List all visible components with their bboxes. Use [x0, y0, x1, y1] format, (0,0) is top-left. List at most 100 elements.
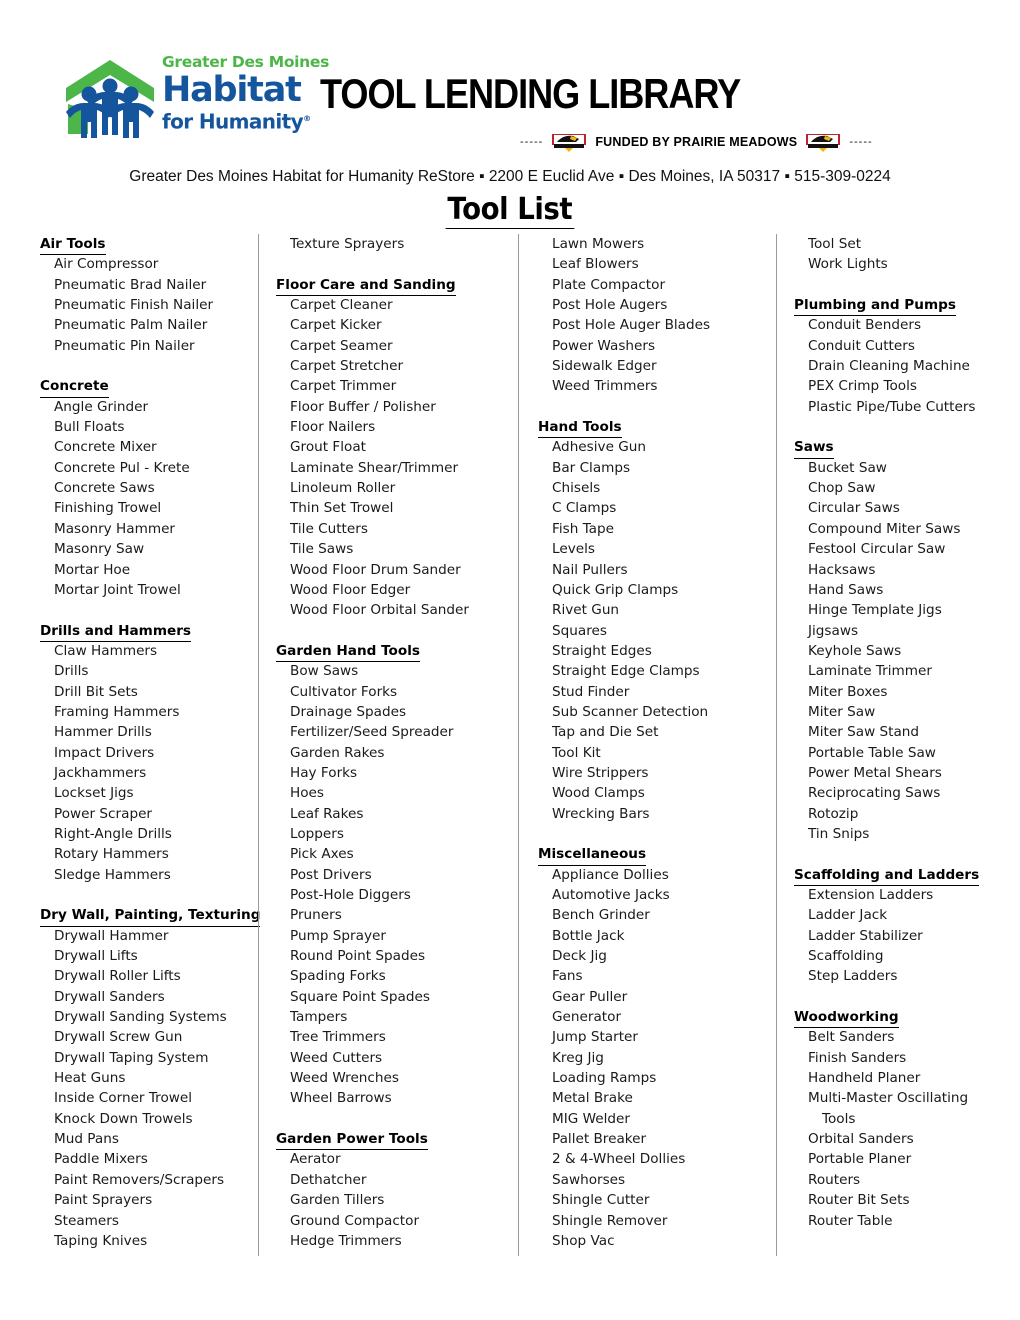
tool-list-item: Angle Grinder: [54, 398, 149, 415]
tool-list-item: Nail Pullers: [552, 561, 628, 578]
tool-list-item: PEX Crimp Tools: [808, 378, 917, 395]
tool-list-item: Inside Corner Trowel: [54, 1090, 193, 1107]
tool-list-item: Post Drivers: [290, 866, 372, 883]
tool-list-item: Round Point Spades: [290, 948, 426, 965]
tool-list-item: Leaf Rakes: [290, 805, 364, 822]
tool-list-item: Jump Starter: [552, 1029, 638, 1046]
tool-list-item: Miter Saw: [808, 703, 876, 720]
tool-list-item: Paint Removers/Scrapers: [54, 1171, 225, 1188]
tool-list-item: Pneumatic Brad Nailer: [54, 276, 207, 293]
tool-list-item: Carpet Trimmer: [290, 378, 397, 395]
tool-list-item: Framing Hammers: [54, 703, 180, 720]
tool-list-item: Straight Edge Clamps: [552, 663, 700, 680]
tool-list-item: Pneumatic Finish Nailer: [54, 297, 214, 314]
tool-list-item: Drills: [54, 663, 89, 680]
tool-list-item: Tile Saws: [290, 541, 354, 558]
tool-list-item: Wire Strippers: [552, 764, 649, 781]
category-heading-label: Garden Power Tools: [276, 1129, 428, 1151]
tool-list-document: Greater Des Moines Habitat for Humanity®…: [0, 0, 1020, 1320]
tool-list-item: Right-Angle Drills: [54, 825, 172, 842]
tool-list-item: Post Hole Augers: [552, 297, 668, 314]
tool-list-item: Wrecking Bars: [552, 805, 650, 822]
tool-list-item: Dethatcher: [290, 1171, 367, 1188]
prairie-meadows-logo-right-icon: [803, 131, 843, 153]
tool-list-heading-text: Tool List: [445, 192, 575, 229]
tool-list-item: Claw Hammers: [54, 642, 158, 659]
tool-list-item: Ladder Jack: [808, 907, 888, 924]
tool-list-item: Drywall Roller Lifts: [54, 968, 181, 985]
category-heading-label: Hand Tools: [538, 417, 622, 439]
category-heading: Saws: [794, 437, 1020, 459]
tool-list-item: Shingle Cutter: [552, 1192, 650, 1209]
category-heading-label: Air Tools: [40, 234, 106, 256]
tool-list-item: Wheel Barrows: [290, 1090, 392, 1107]
tool-list-item: Tools: [822, 1110, 856, 1127]
dash-separator-right: -----: [849, 136, 873, 148]
tool-list-item: 2 & 4-Wheel Dollies: [552, 1151, 686, 1168]
tool-list-item: Tin Snips: [808, 825, 870, 842]
tool-list-item: Carpet Seamer: [290, 337, 393, 354]
tool-list-item: Fans: [552, 968, 583, 985]
tool-list-item: Generator: [552, 1009, 622, 1026]
tool-list-item: Bottle Jack: [552, 927, 625, 944]
tool-list-item: Plastic Pipe/Tube Cutters: [808, 398, 976, 415]
tool-list-item: Drain Cleaning Machine: [808, 358, 970, 375]
tool-list-item: Tool Set: [808, 236, 862, 252]
category-heading: Floor Care and Sanding: [276, 275, 518, 297]
tool-list-item: Routers: [808, 1171, 861, 1188]
tool-list-item: Bow Saws: [290, 663, 359, 680]
tool-list-item: Scaffolding: [808, 948, 884, 965]
restore-address-line: Greater Des Moines Habitat for Humanity …: [129, 168, 891, 185]
tool-list-item: Wood Floor Orbital Sander: [290, 602, 469, 619]
tool-list-item: Tree Trimmers: [290, 1029, 386, 1046]
tool-list-item: Tool Kit: [552, 744, 601, 761]
tool-list-item: Power Washers: [552, 337, 656, 354]
tool-list-item: Rivet Gun: [552, 602, 620, 619]
tool-list-item: Drywall Hammer: [54, 927, 169, 944]
registered-trademark-icon: ®: [303, 114, 311, 123]
funded-by-label: FUNDED BY PRAIRIE MEADOWS: [595, 135, 798, 149]
tool-list-item: Aerator: [290, 1151, 341, 1168]
tool-list-item: Festool Circular Saw: [808, 541, 946, 558]
tool-list-item: Multi-Master Oscillating: [808, 1090, 969, 1107]
tool-list-item: Finish Sanders: [808, 1049, 907, 1066]
tool-list-item: Spading Forks: [290, 968, 386, 985]
tool-list-item: Rotozip: [808, 805, 859, 822]
tool-list-item: Sledge Hammers: [54, 866, 171, 883]
tool-list-item: MIG Welder: [552, 1110, 630, 1127]
tool-list-item: Circular Saws: [808, 500, 900, 517]
tool-list-item: Step Ladders: [808, 968, 898, 985]
prairie-meadows-logo-left-icon: [549, 131, 589, 153]
logo-line-for-humanity: for Humanity®: [162, 108, 322, 133]
tool-list-item: Appliance Dollies: [552, 866, 669, 883]
tool-list-item: Power Metal Shears: [808, 764, 942, 781]
tool-list-item: Mud Pans: [54, 1131, 119, 1148]
logo-line-greater-des-moines: Greater Des Moines: [162, 53, 330, 71]
tool-list-item: Fertilizer/Seed Spreader: [290, 724, 454, 741]
tool-list-item: Drywall Taping System: [54, 1049, 209, 1066]
category-heading-label: Garden Hand Tools: [276, 641, 420, 663]
tool-list-item: Thin Set Trowel: [290, 500, 394, 517]
tool-list-item: Masonry Saw: [54, 541, 145, 558]
tool-list-item: Weed Wrenches: [290, 1070, 399, 1087]
tool-list-item: Concrete Mixer: [54, 439, 157, 456]
tool-list-item: Pneumatic Palm Nailer: [54, 317, 208, 334]
tool-list-item: Loading Ramps: [552, 1070, 657, 1087]
tool-list-item: Hedge Trimmers: [290, 1232, 402, 1249]
tool-list-item: Tap and Die Set: [552, 724, 659, 741]
funded-by-banner: ----- FUNDED BY PRAIRIE MEADOWS -----: [520, 130, 940, 154]
tool-list-item: Fish Tape: [552, 520, 615, 537]
category-heading: Garden Power Tools: [276, 1129, 518, 1151]
category-heading: Miscellaneous: [538, 844, 776, 866]
tool-list-item: Bench Grinder: [552, 907, 650, 924]
tool-list-item: Concrete Pul - Krete: [54, 459, 190, 476]
tool-list-item: Portable Table Saw: [808, 744, 936, 761]
tool-list-item: Miter Saw Stand: [808, 724, 920, 741]
tool-list-item: Bar Clamps: [552, 459, 631, 476]
tool-list-item: Metal Brake: [552, 1090, 633, 1107]
